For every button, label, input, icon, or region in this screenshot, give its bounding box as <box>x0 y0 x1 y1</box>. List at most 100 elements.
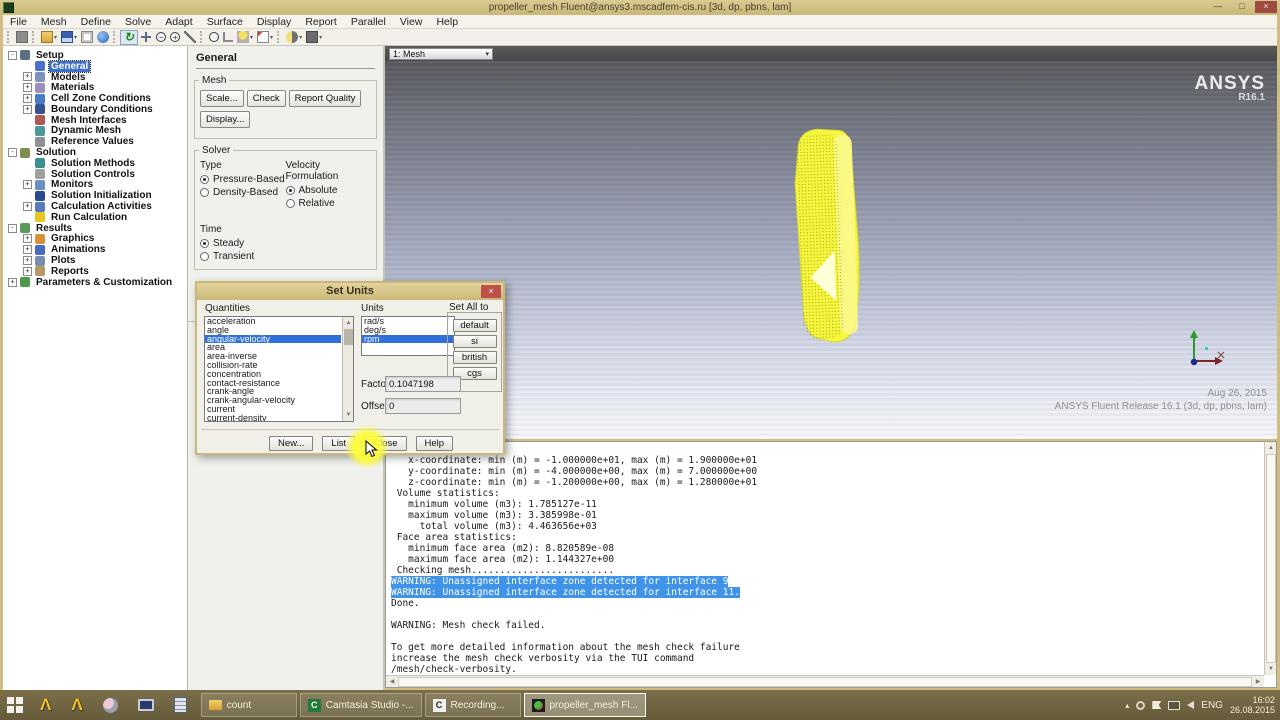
unit-list-item[interactable]: deg/s <box>362 326 454 335</box>
quantity-list-item[interactable]: area-inverse <box>205 352 341 361</box>
mesh-button[interactable]: Scale... <box>200 90 244 107</box>
console-vertical-scrollbar[interactable]: ▲ ▼ <box>1264 442 1276 675</box>
tree-item[interactable]: - Results <box>3 223 187 234</box>
quantity-list-item[interactable]: angular-velocity <box>205 334 341 344</box>
unit-list-item[interactable]: rpm <box>362 334 454 344</box>
tree-item[interactable]: + Materials <box>3 82 187 93</box>
tree-item[interactable]: + Monitors <box>3 179 187 190</box>
tree-item[interactable]: Solution Methods <box>3 158 187 169</box>
tray-expand-icon[interactable]: ▴ <box>1125 701 1129 710</box>
scroll-up-icon[interactable]: ▲ <box>343 317 353 329</box>
quantity-list-item[interactable]: area <box>205 343 341 352</box>
tree-item[interactable]: + Reports <box>3 266 187 277</box>
action-center-flag-icon[interactable] <box>1152 701 1162 709</box>
ansys-app-icon[interactable]: Λ <box>71 693 82 717</box>
time-radio[interactable]: Transient <box>200 250 371 263</box>
toolbar-button[interactable] <box>154 30 168 45</box>
unit-list-item[interactable]: rad/s <box>362 317 454 326</box>
quantity-list-item[interactable]: current <box>205 405 341 414</box>
quantity-list-item[interactable]: concentration <box>205 370 341 379</box>
scroll-left-icon[interactable]: ◀ <box>386 676 398 688</box>
speaker-icon[interactable] <box>1187 701 1195 709</box>
toolbar-grip[interactable] <box>113 31 117 43</box>
toolbar-button[interactable] <box>95 30 111 45</box>
expander-icon[interactable]: - <box>8 50 17 60</box>
close-button[interactable]: × <box>1255 1 1277 13</box>
list-scrollbar[interactable]: ▲ ▼ <box>342 317 353 421</box>
expander-icon[interactable]: + <box>23 180 32 190</box>
menu-item[interactable]: Define <box>74 15 118 29</box>
tree-item[interactable]: Solution Controls <box>3 169 187 180</box>
tree-item[interactable]: Mesh Interfaces <box>3 115 187 126</box>
expander-icon[interactable]: + <box>23 104 32 114</box>
toolbar-grip[interactable] <box>7 31 11 43</box>
tree-item[interactable]: + Cell Zone Conditions <box>3 93 187 104</box>
mesh-button[interactable]: Report Quality <box>288 90 362 107</box>
taskbar-task[interactable]: Recording... <box>424 693 521 717</box>
scroll-up-icon[interactable]: ▲ <box>1265 442 1277 454</box>
mesh-button[interactable]: Check <box>246 90 286 107</box>
taskbar-task[interactable]: propeller_mesh Fl... <box>523 693 646 717</box>
toolbar-button[interactable] <box>221 30 235 45</box>
time-radio[interactable]: Steady <box>200 237 371 250</box>
quantity-list-item[interactable]: crank-angular-velocity <box>205 396 341 405</box>
menu-item[interactable]: Display <box>250 15 298 29</box>
toolbar-grip[interactable] <box>277 31 281 43</box>
tree-item[interactable]: + Graphics <box>3 233 187 244</box>
quantity-list-item[interactable]: crank-angle <box>205 387 341 396</box>
toolbar-button[interactable] <box>182 30 198 45</box>
ansys-app-icon[interactable]: Λ <box>40 693 51 717</box>
factor-field[interactable] <box>385 376 461 392</box>
dialog-button[interactable]: Help <box>415 436 454 451</box>
maximize-button[interactable]: □ <box>1231 1 1253 13</box>
quantity-list-item[interactable]: contact-resistance <box>205 379 341 388</box>
language-indicator[interactable]: ENG <box>1201 700 1223 711</box>
view-selector-dropdown[interactable]: 1: Mesh ▾ <box>389 47 493 60</box>
tree-item[interactable]: + Models <box>3 72 187 83</box>
taskbar-task[interactable]: Camtasia Studio -... <box>299 693 422 717</box>
tree-item[interactable]: General <box>3 59 187 73</box>
toolbar-button[interactable] <box>138 30 154 45</box>
display-icon[interactable] <box>1168 700 1181 710</box>
tree-item[interactable]: Run Calculation <box>3 212 187 223</box>
toolbar-button[interactable] <box>79 30 95 45</box>
menu-item[interactable]: Mesh <box>34 15 74 29</box>
menu-item[interactable]: Surface <box>200 15 250 29</box>
toolbar-button[interactable] <box>39 30 59 45</box>
menu-item[interactable]: Solve <box>118 15 158 29</box>
type-radio[interactable]: Density-Based <box>200 186 286 199</box>
quantity-list-item[interactable]: collision-rate <box>205 361 341 370</box>
tree-item[interactable]: Solution Initialization <box>3 190 187 201</box>
toolbar-button[interactable] <box>59 30 79 45</box>
expander-icon[interactable]: - <box>8 223 17 233</box>
scrollbar-thumb[interactable] <box>398 677 1252 687</box>
dialog-button[interactable]: New... <box>269 436 314 451</box>
tray-status-icon[interactable] <box>1136 700 1146 710</box>
expander-icon[interactable]: - <box>8 148 17 158</box>
toolbar-button[interactable] <box>207 30 221 45</box>
menu-item[interactable]: Parallel <box>344 15 393 29</box>
expander-icon[interactable]: + <box>23 256 32 266</box>
menu-item[interactable]: Adapt <box>158 15 199 29</box>
tree-item[interactable]: - Setup <box>3 50 187 61</box>
scroll-right-icon[interactable]: ▶ <box>1252 676 1264 688</box>
set-all-button[interactable]: default <box>452 319 497 332</box>
expander-icon[interactable]: + <box>23 83 32 93</box>
propeller-mesh-model[interactable] <box>787 125 869 349</box>
type-radio[interactable]: Pressure-Based <box>200 173 286 186</box>
quantity-list-item[interactable]: current-density <box>205 414 341 421</box>
expander-icon[interactable]: + <box>23 202 32 212</box>
toolbar-button[interactable] <box>304 30 324 45</box>
dialog-close-icon[interactable]: × <box>481 285 501 298</box>
units-list[interactable]: rad/s deg/s rpm <box>361 316 455 356</box>
quantity-list-item[interactable]: acceleration <box>205 317 341 326</box>
set-all-button[interactable]: british <box>452 351 497 364</box>
minimize-button[interactable]: — <box>1207 1 1229 13</box>
tree-item[interactable]: + Plots <box>3 255 187 266</box>
calculator-icon[interactable] <box>173 697 187 713</box>
offset-field[interactable] <box>385 398 461 414</box>
quantities-list[interactable]: acceleration angle angular-velocity area are… <box>204 316 354 422</box>
quantity-list-item[interactable]: angle <box>205 326 341 335</box>
clock[interactable]: 16:02 26.08.2015 <box>1230 695 1275 715</box>
set-all-button[interactable]: si <box>452 335 497 348</box>
